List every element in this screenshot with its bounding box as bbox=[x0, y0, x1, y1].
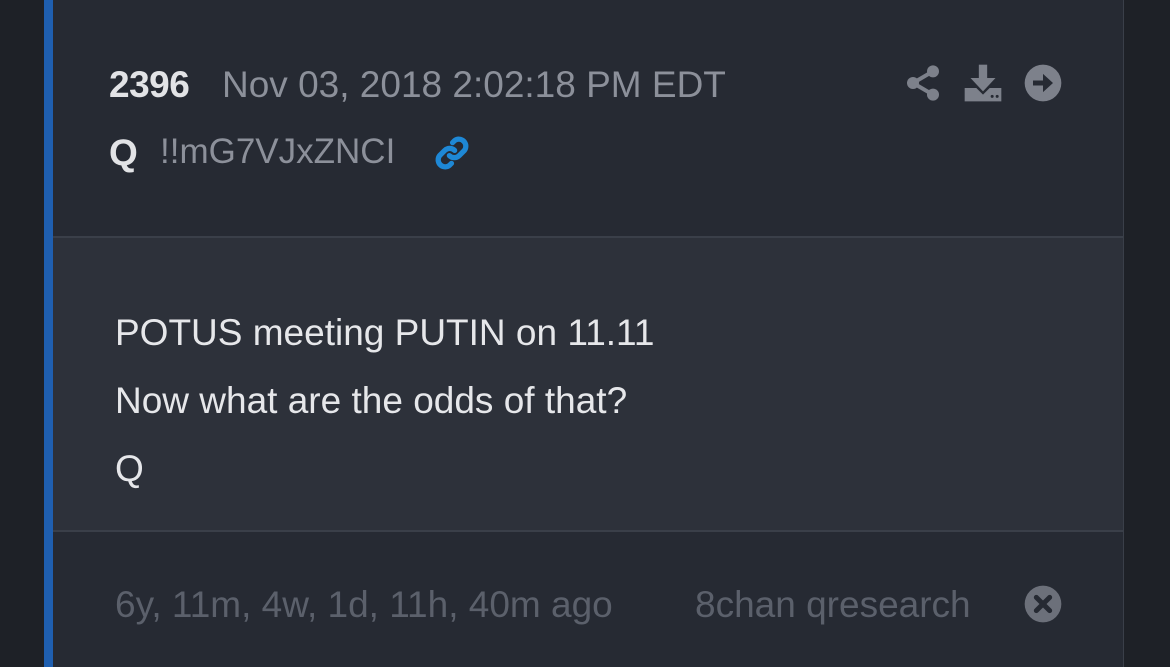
post-date: Nov 03, 2018 2:02:18 PM EDT bbox=[222, 64, 726, 105]
post-number[interactable]: 2396 bbox=[109, 64, 190, 106]
post-body: POTUS meeting PUTIN on 11.11 Now what ar… bbox=[53, 238, 1123, 532]
post-actions bbox=[903, 62, 1063, 104]
page: 2396 Nov 03, 2018 2:02:18 PM EDT Q !!mG7… bbox=[0, 0, 1170, 667]
post-header: 2396 Nov 03, 2018 2:02:18 PM EDT Q !!mG7… bbox=[53, 0, 1123, 238]
post-card: 2396 Nov 03, 2018 2:02:18 PM EDT Q !!mG7… bbox=[44, 0, 1124, 667]
post-footer: 6y, 11m, 4w, 1d, 11h, 40m ago 8chan qres… bbox=[53, 532, 1123, 667]
post-age: 6y, 11m, 4w, 1d, 11h, 40m ago bbox=[115, 584, 613, 625]
author-name: Q bbox=[109, 132, 138, 173]
arrow-right-circle-icon[interactable] bbox=[1023, 62, 1063, 104]
download-icon[interactable] bbox=[963, 62, 1003, 104]
close-circle-icon[interactable] bbox=[1023, 584, 1063, 624]
link-icon[interactable] bbox=[431, 132, 473, 174]
post-source: 8chan qresearch bbox=[695, 584, 971, 625]
tripcode: !!mG7VJxZNCI bbox=[160, 132, 396, 171]
post-body-signature: Q bbox=[115, 448, 144, 489]
post-body-line: Now what are the odds of that? bbox=[115, 380, 628, 421]
share-icon[interactable] bbox=[903, 62, 943, 104]
post-body-line: POTUS meeting PUTIN on 11.11 bbox=[115, 312, 655, 353]
accent-bar bbox=[44, 0, 53, 667]
